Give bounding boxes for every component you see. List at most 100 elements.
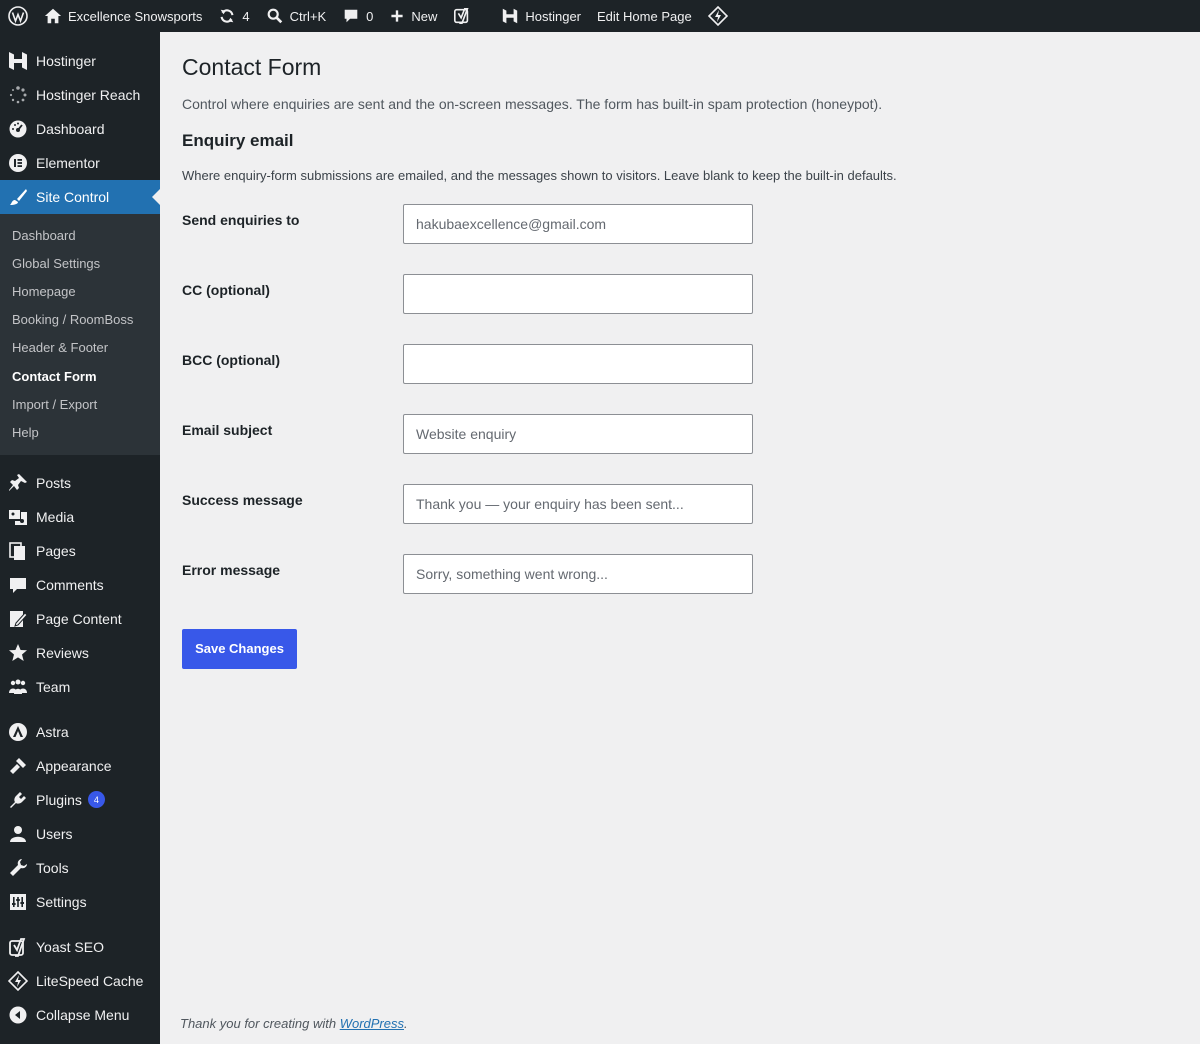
- menu-item-pages[interactable]: Pages: [0, 534, 160, 568]
- yoast-link[interactable]: [445, 0, 479, 32]
- home-icon: [44, 7, 62, 25]
- litespeed-icon: [707, 6, 728, 26]
- form-row-subject: Email subject: [182, 413, 1182, 484]
- menu-item-team[interactable]: Team: [0, 670, 160, 704]
- form-row-success: Success message: [182, 483, 1182, 554]
- menu-item-dashboard[interactable]: Dashboard: [0, 112, 160, 146]
- wordpress-logo-icon[interactable]: [0, 0, 36, 32]
- menu-item-settings[interactable]: Settings: [0, 885, 160, 919]
- menu-item-collapse[interactable]: Collapse Menu: [0, 998, 160, 1032]
- plugins-icon: [8, 790, 28, 810]
- submenu-item-global-settings[interactable]: Global Settings: [0, 249, 160, 277]
- menu-item-posts[interactable]: Posts: [0, 466, 160, 500]
- team-icon: [8, 677, 28, 697]
- comments-icon: [8, 575, 28, 595]
- wordpress-link[interactable]: WordPress: [340, 1016, 404, 1031]
- send-to-label: Send enquiries to: [182, 211, 300, 228]
- bcc-input[interactable]: [403, 343, 753, 384]
- cc-input[interactable]: [403, 273, 753, 314]
- edit-page-link[interactable]: Edit Home Page: [589, 0, 700, 32]
- plugins-update-badge: 4: [87, 791, 105, 808]
- send-to-input[interactable]: [403, 203, 753, 244]
- page-title: Contact Form: [182, 54, 322, 80]
- updates-icon: [218, 7, 236, 25]
- plus-icon: [389, 8, 405, 24]
- menu-item-astra[interactable]: Astra: [0, 715, 160, 749]
- hostinger-link[interactable]: Hostinger: [493, 0, 589, 32]
- users-icon: [8, 824, 28, 844]
- reach-icon: [8, 85, 28, 105]
- error-message-label: Error message: [182, 561, 281, 578]
- yoast-icon: [453, 7, 471, 25]
- menu-item-elementor[interactable]: Elementor: [0, 146, 160, 180]
- admin-footer: Thank you for creating with WordPress.: [180, 1016, 408, 1031]
- new-content-link[interactable]: New: [381, 0, 445, 32]
- comment-icon: [342, 7, 360, 25]
- page-content-icon: [8, 609, 28, 629]
- elementor-icon: [8, 153, 28, 173]
- submenu-item-header-footer[interactable]: Header & Footer: [0, 334, 160, 362]
- comments-link[interactable]: 0: [334, 0, 381, 32]
- litespeed-link[interactable]: [700, 0, 736, 32]
- bcc-label: BCC (optional): [182, 351, 280, 368]
- hostinger-icon: [501, 7, 519, 25]
- submenu-item-import-export[interactable]: Import / Export: [0, 390, 160, 418]
- error-message-input[interactable]: [403, 553, 753, 594]
- collapse-icon: [8, 1005, 28, 1025]
- updates-link[interactable]: 4: [210, 0, 257, 32]
- new-label: New: [411, 8, 438, 24]
- section-description: Where enquiry-form submissions are email…: [182, 167, 897, 183]
- star-icon: [8, 643, 28, 663]
- save-changes-button[interactable]: Save Changes: [182, 628, 297, 669]
- menu-item-litespeed-cache[interactable]: LiteSpeed Cache: [0, 964, 160, 998]
- menu-item-comments[interactable]: Comments: [0, 568, 160, 602]
- menu-item-site-control[interactable]: Site Control: [0, 180, 160, 214]
- pages-icon: [8, 541, 28, 561]
- menu-item-hostinger-reach[interactable]: Hostinger Reach: [0, 78, 160, 112]
- site-name: Excellence Snowsports: [68, 8, 203, 24]
- page-description: Control where enquiries are sent and the…: [182, 95, 883, 112]
- dashboard-icon: [8, 119, 28, 139]
- section-title: Enquiry email: [182, 130, 294, 150]
- submenu-item-homepage[interactable]: Homepage: [0, 277, 160, 305]
- menu-item-yoast-seo[interactable]: Yoast SEO: [0, 930, 160, 964]
- brush-icon: [8, 187, 28, 207]
- form-row-cc: CC (optional): [182, 273, 1182, 344]
- menu-item-page-content[interactable]: Page Content: [0, 602, 160, 636]
- submenu-item-help[interactable]: Help: [0, 418, 160, 446]
- footer-end: .: [404, 1016, 408, 1031]
- admin-sidebar: Hostinger Hostinger Reach Dashboard Elem…: [0, 32, 160, 1044]
- settings-icon: [8, 892, 28, 912]
- menu-item-plugins[interactable]: Plugins 4: [0, 783, 160, 817]
- subject-input[interactable]: [403, 413, 753, 454]
- menu-item-users[interactable]: Users: [0, 817, 160, 851]
- hostinger-label: Hostinger: [525, 8, 582, 24]
- success-message-input[interactable]: [403, 483, 753, 524]
- form-row-bcc: BCC (optional): [182, 343, 1182, 414]
- site-name-link[interactable]: Excellence Snowsports: [36, 0, 210, 32]
- submenu-item-booking[interactable]: Booking / RoomBoss: [0, 306, 160, 334]
- comments-count: 0: [366, 8, 374, 24]
- updates-count: 4: [242, 8, 250, 24]
- form-row-send-to: Send enquiries to: [182, 203, 1182, 274]
- submenu-item-dashboard[interactable]: Dashboard: [0, 221, 160, 249]
- search-shortcut: Ctrl+K: [289, 8, 327, 24]
- search-link[interactable]: Ctrl+K: [258, 0, 334, 32]
- cc-label: CC (optional): [182, 281, 270, 298]
- pin-icon: [8, 473, 28, 493]
- main-content: Contact Form Control where enquiries are…: [182, 32, 1182, 669]
- edit-page-label: Edit Home Page: [597, 8, 692, 24]
- hostinger-icon: [8, 51, 28, 71]
- litespeed-icon: [8, 970, 28, 991]
- submenu-item-contact-form[interactable]: Contact Form: [0, 362, 160, 390]
- appearance-icon: [8, 756, 28, 776]
- menu-item-reviews[interactable]: Reviews: [0, 636, 160, 670]
- admin-bar: Excellence Snowsports 4 Ctrl+K 0 New Hos…: [0, 0, 1200, 32]
- menu-item-appearance[interactable]: Appearance: [0, 749, 160, 783]
- subject-label: Email subject: [182, 421, 273, 438]
- menu-item-tools[interactable]: Tools: [0, 851, 160, 885]
- menu-item-media[interactable]: Media: [0, 500, 160, 534]
- search-icon: [266, 7, 284, 25]
- tools-icon: [8, 858, 28, 878]
- menu-item-hostinger[interactable]: Hostinger: [0, 44, 160, 78]
